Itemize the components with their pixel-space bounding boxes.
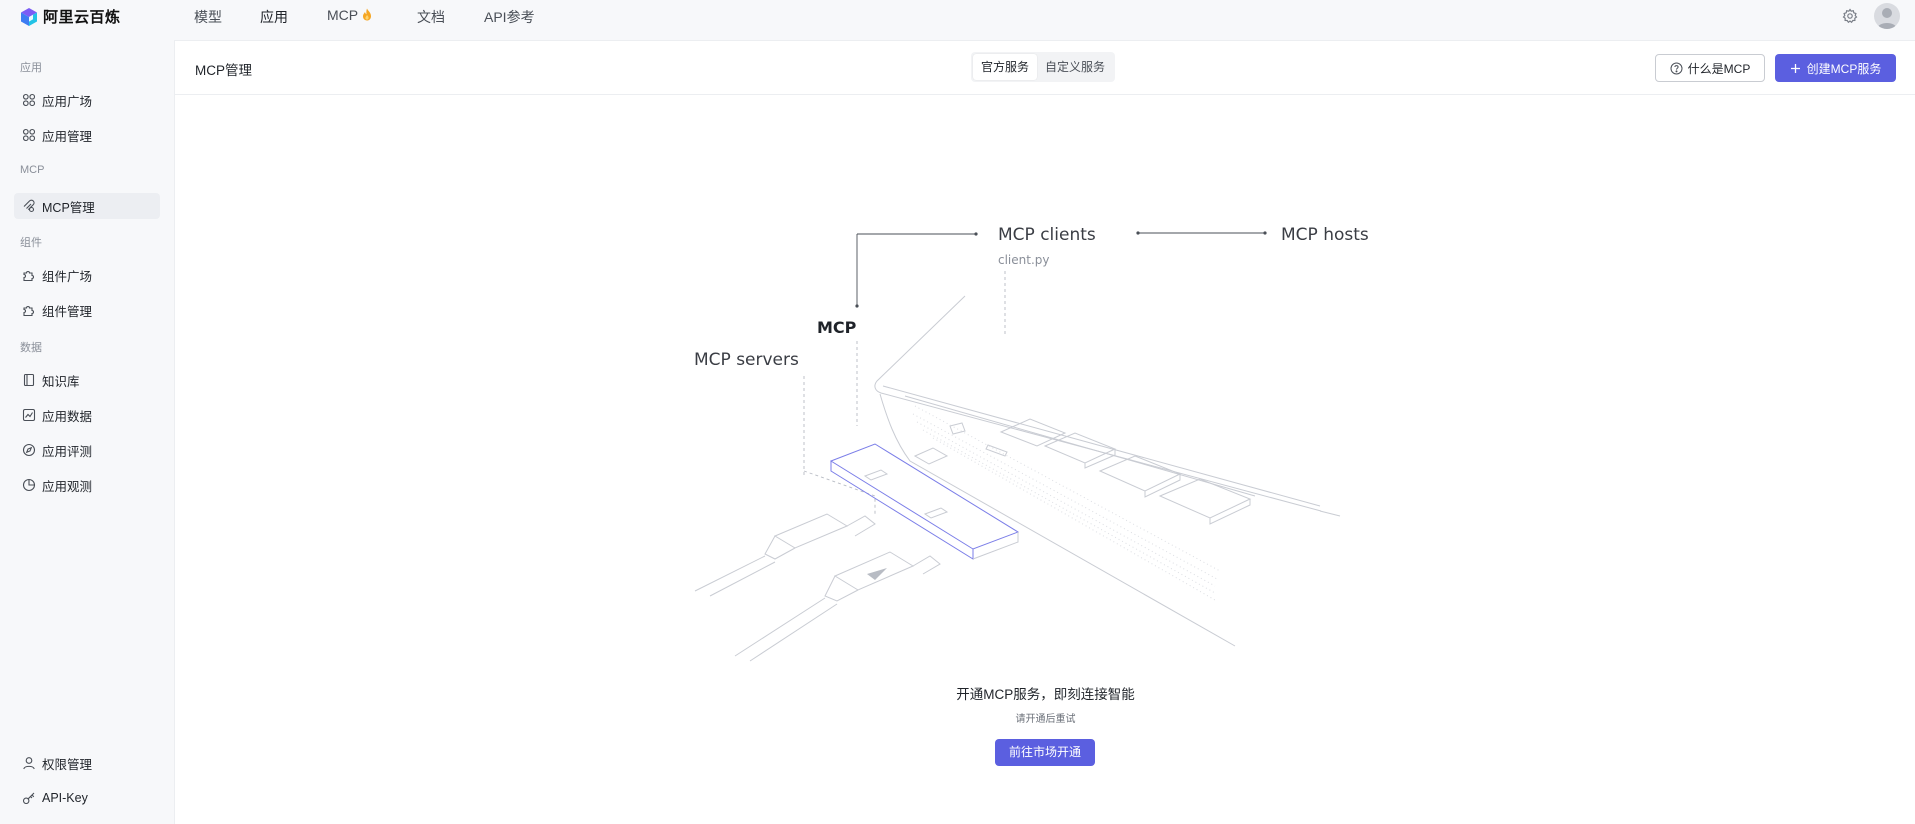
section-mcp: MCP bbox=[20, 164, 45, 176]
fire-icon bbox=[363, 8, 372, 21]
book-icon bbox=[23, 373, 35, 387]
section-components: 组件 bbox=[20, 237, 42, 249]
question-circle-icon bbox=[1670, 62, 1683, 74]
sidebar-item-api-key[interactable]: API-Key bbox=[14, 785, 160, 811]
label-client-file: client.py bbox=[998, 253, 1050, 267]
create-mcp-service-label: 创建MCP服务 bbox=[1806, 61, 1882, 76]
empty-state-title: 开通MCP服务，即刻连接智能 bbox=[956, 687, 1135, 702]
top-nav: 阿里云百炼 模型 应用 MCP 文档 API参考 bbox=[0, 0, 1915, 32]
what-is-mcp-label: 什么是MCP bbox=[1687, 61, 1751, 76]
label-mcp: MCP bbox=[817, 318, 857, 337]
tab-official-services[interactable]: 官方服务 bbox=[973, 54, 1038, 80]
plus-icon bbox=[1790, 63, 1800, 73]
settings-gear-icon[interactable] bbox=[1842, 8, 1858, 24]
chart-icon bbox=[22, 408, 36, 422]
nav-mcp-label: MCP bbox=[327, 7, 359, 23]
main-panel: MCP管理 官方服务 自定义服务 什么是MCP 创建MCP服务 MCP clie… bbox=[174, 40, 1915, 824]
label-mcp-hosts: MCP hosts bbox=[1281, 225, 1369, 245]
sidebar-item-label: 应用管理 bbox=[42, 129, 93, 144]
sidebar-item-label: 应用广场 bbox=[42, 94, 93, 109]
sidebar-item-label: 应用数据 bbox=[42, 409, 93, 424]
nav-apps[interactable]: 应用 bbox=[260, 7, 288, 27]
user-icon bbox=[23, 757, 35, 770]
avatar-person-icon bbox=[1877, 8, 1897, 29]
sidebar-item-label: API-Key bbox=[42, 791, 88, 805]
sidebar-item-label: 组件管理 bbox=[42, 304, 93, 319]
sidebar-item-app-evaluation[interactable]: 应用评测 bbox=[14, 437, 160, 463]
create-mcp-service-button[interactable]: 创建MCP服务 bbox=[1775, 54, 1896, 82]
main-header: MCP管理 官方服务 自定义服务 什么是MCP 创建MCP服务 bbox=[175, 41, 1915, 95]
puzzle-icon bbox=[23, 306, 34, 317]
sidebar-item-label: 权限管理 bbox=[42, 757, 93, 772]
sidebar: 应用 应用广场 应用管理 MCP MCP管理 组件 组件广场 组件管理 数据 知… bbox=[0, 40, 174, 824]
label-mcp-servers: MCP servers bbox=[694, 350, 799, 370]
section-apps: 应用 bbox=[20, 62, 42, 74]
sidebar-item-app-observability[interactable]: 应用观测 bbox=[14, 472, 160, 498]
sidebar-item-label: 知识库 bbox=[42, 374, 80, 389]
what-is-mcp-button[interactable]: 什么是MCP bbox=[1655, 54, 1765, 82]
sidebar-item-label: 应用观测 bbox=[42, 479, 93, 494]
nav-docs[interactable]: 文档 bbox=[417, 7, 445, 27]
go-to-marketplace-button[interactable]: 前往市场开通 bbox=[995, 739, 1095, 766]
sidebar-item-component-management[interactable]: 组件管理 bbox=[14, 297, 160, 323]
brand-logo[interactable]: 阿里云百炼 bbox=[19, 6, 121, 27]
sidebar-item-permission-management[interactable]: 权限管理 bbox=[14, 750, 160, 776]
sidebar-item-label: MCP管理 bbox=[42, 200, 95, 215]
grid-icon bbox=[22, 93, 36, 107]
page-title: MCP管理 bbox=[195, 63, 252, 78]
label-mcp-clients: MCP clients bbox=[998, 225, 1096, 245]
tab-custom-services[interactable]: 自定义服务 bbox=[1037, 54, 1113, 80]
section-data: 数据 bbox=[20, 342, 42, 354]
user-avatar[interactable] bbox=[1874, 3, 1900, 29]
sidebar-item-label: 应用评测 bbox=[42, 444, 93, 459]
sidebar-item-knowledge-base[interactable]: 知识库 bbox=[14, 367, 160, 393]
sidebar-item-component-plaza[interactable]: 组件广场 bbox=[14, 262, 160, 288]
brand-name: 阿里云百炼 bbox=[43, 9, 121, 26]
sidebar-item-app-plaza[interactable]: 应用广场 bbox=[14, 87, 160, 113]
mcp-illustration: MCP clients client.py MCP hosts MCP MCP … bbox=[694, 225, 1369, 662]
compass-icon bbox=[22, 443, 36, 457]
pie-icon bbox=[22, 478, 36, 492]
sidebar-item-mcp-management[interactable]: MCP管理 bbox=[14, 193, 160, 219]
grid-icon bbox=[22, 128, 36, 142]
sidebar-item-app-management[interactable]: 应用管理 bbox=[14, 122, 160, 148]
key-icon bbox=[22, 792, 35, 805]
logo-icon bbox=[21, 7, 37, 26]
mcp-icon bbox=[23, 199, 35, 213]
sidebar-item-label: 组件广场 bbox=[42, 269, 93, 284]
sidebar-item-app-data[interactable]: 应用数据 bbox=[14, 402, 160, 428]
nav-models[interactable]: 模型 bbox=[194, 7, 222, 27]
empty-state-subtitle: 请开通后重试 bbox=[1015, 714, 1076, 725]
nav-mcp[interactable]: MCP bbox=[327, 7, 372, 23]
puzzle-icon bbox=[23, 271, 34, 282]
nav-api-reference[interactable]: API参考 bbox=[484, 7, 535, 27]
service-type-tabs: 官方服务 自定义服务 bbox=[971, 52, 1116, 82]
